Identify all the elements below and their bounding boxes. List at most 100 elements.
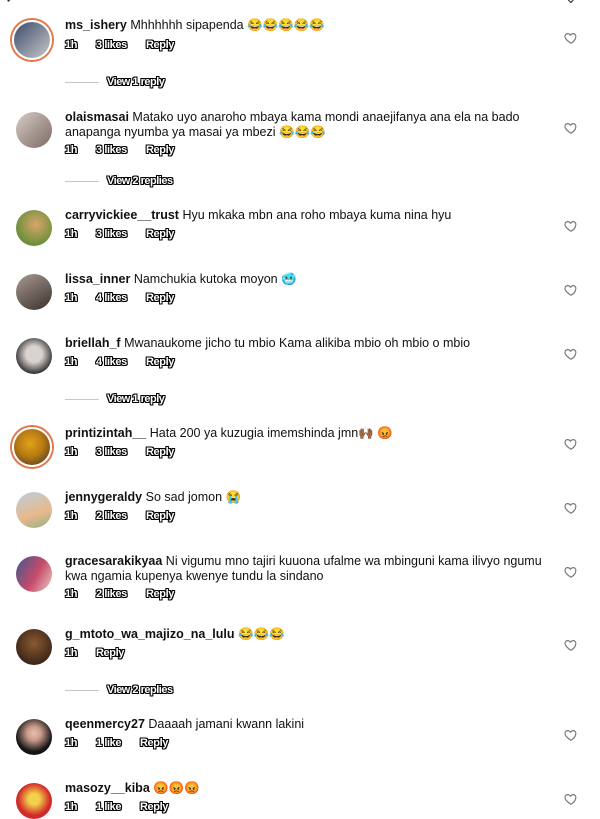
comment-text: qeenmercy27 Daaaah jamani kwann lakini [65,717,545,732]
comment-time: 1h [65,39,78,51]
reply-button[interactable]: Reply [146,588,174,600]
comment-text: printizintah__ Hata 200 ya kuzugia imems… [65,426,545,441]
reply-button[interactable]: Reply [146,39,174,51]
top-left-glyph: ✓ [5,0,17,5]
comment-body: Daaaah jamani kwann lakini [148,717,305,731]
divider-line [65,690,99,691]
comment-time: 1h [65,737,78,749]
avatar[interactable] [12,20,52,60]
comment-likes[interactable]: 1 like [96,737,122,749]
comment-likes[interactable]: 4 likes [96,292,127,304]
comment-likes[interactable]: 3 likes [96,144,127,156]
heart-icon[interactable] [564,565,578,579]
reply-button[interactable]: Reply [96,647,124,659]
comment-text: carryvickiee__trust Hyu mkaka mbn ana ro… [65,208,545,223]
avatar[interactable] [12,427,52,467]
view-replies-button[interactable]: View 2 replies [107,684,173,696]
comment-text: g_mtoto_wa_majizo_na_lulu 😂😂😂 [65,627,545,642]
comment-text: gracesarakikyaa Ni vigumu mno tajiri kuu… [65,554,545,584]
avatar[interactable] [16,274,52,310]
avatar[interactable] [16,492,52,528]
comment-time: 1h [65,144,78,156]
reply-button[interactable]: Reply [146,446,174,458]
heart-icon[interactable] [564,638,578,652]
avatar[interactable] [16,783,52,819]
comment-username[interactable]: gracesarakikyaa [65,554,162,568]
comment-likes[interactable]: 3 likes [96,39,127,51]
view-replies-row[interactable]: View 1 reply [0,76,600,90]
comment-likes[interactable]: 3 likes [96,228,127,240]
comment-likes[interactable]: 1 like [96,801,122,813]
comment-likes[interactable]: 4 likes [96,356,127,368]
avatar[interactable] [16,719,52,755]
reply-button[interactable]: Reply [140,801,168,813]
heart-icon[interactable] [564,792,578,806]
heart-icon[interactable] [564,121,578,135]
comment-text: masozy__kiba 😡😡😡 [65,781,545,796]
comment-text: olaismasai Matako uyo anaroho mbaya kama… [65,110,545,140]
divider-line [65,399,99,400]
top-right-glyph: ⌄ [565,0,577,5]
view-replies-row[interactable]: View 2 replies [0,684,600,698]
comment-username[interactable]: jennygeraldy [65,490,142,504]
reply-button[interactable]: Reply [146,510,174,522]
view-replies-button[interactable]: View 1 reply [107,76,165,88]
comment-username[interactable]: qeenmercy27 [65,717,145,731]
comment-body: Hata 200 ya kuzugia imemshinda jmn🙌🏾 😡 [149,426,393,440]
comment-username[interactable]: lissa_inner [65,272,130,286]
avatar[interactable] [16,112,52,148]
heart-icon[interactable] [564,728,578,742]
comment-time: 1h [65,356,78,368]
comment-body: 😡😡😡 [153,781,200,795]
view-replies-button[interactable]: View 2 replies [107,175,173,187]
comment-time: 1h [65,510,78,522]
comment-text: jennygeraldy So sad jomon 😭 [65,490,545,505]
comment-likes[interactable]: 2 likes [96,588,127,600]
comment-body: So sad jomon 😭 [145,490,242,504]
comment-time: 1h [65,292,78,304]
avatar[interactable] [16,629,52,665]
avatar[interactable] [16,556,52,592]
comment-text: lissa_inner Namchukia kutoka moyon 🥶 [65,272,545,287]
comment-body: Mwanaukome jicho tu mbio Kama alikiba mb… [124,336,471,350]
comment-body: Hyu mkaka mbn ana roho mbaya kuma nina h… [182,208,452,222]
comment-username[interactable]: printizintah__ [65,426,146,440]
heart-icon[interactable] [564,219,578,233]
avatar[interactable] [16,338,52,374]
comment-username[interactable]: olaismasai [65,110,129,124]
view-replies-button[interactable]: View 1 reply [107,393,165,405]
reply-button[interactable]: Reply [146,292,174,304]
comment-body: Namchukia kutoka moyon 🥶 [133,272,297,286]
comment-time: 1h [65,647,78,659]
comment-time: 1h [65,228,78,240]
comment-text: briellah_f Mwanaukome jicho tu mbio Kama… [65,336,545,351]
comment-body: Matako uyo anaroho mbaya kama mondi anae… [65,110,520,139]
comment-time: 1h [65,801,78,813]
comment-time: 1h [65,446,78,458]
reply-button[interactable]: Reply [146,144,174,156]
reply-button[interactable]: Reply [146,356,174,368]
heart-icon[interactable] [564,283,578,297]
heart-icon[interactable] [564,347,578,361]
reply-button[interactable]: Reply [140,737,168,749]
heart-icon[interactable] [564,31,578,45]
divider-line [65,82,99,83]
avatar[interactable] [16,210,52,246]
comment-username[interactable]: masozy__kiba [65,781,150,795]
comment-username[interactable]: ms_ishery [65,18,127,32]
view-replies-row[interactable]: View 1 reply [0,393,600,407]
comment-likes[interactable]: 2 likes [96,510,127,522]
comment-likes[interactable]: 3 likes [96,446,127,458]
reply-button[interactable]: Reply [146,228,174,240]
comment-username[interactable]: g_mtoto_wa_majizo_na_lulu [65,627,234,641]
comment-text: ms_ishery Mhhhhhh sipapenda 😂😂😂😂😂 [65,18,545,33]
comment-username[interactable]: carryvickiee__trust [65,208,179,222]
heart-icon[interactable] [564,501,578,515]
comment-username[interactable]: briellah_f [65,336,121,350]
comment-body: Mhhhhhh sipapenda 😂😂😂😂😂 [130,18,325,32]
heart-icon[interactable] [564,437,578,451]
view-replies-row[interactable]: View 2 replies [0,175,600,189]
comment-body: 😂😂😂 [237,627,285,641]
comment-time: 1h [65,588,78,600]
divider-line [65,181,99,182]
